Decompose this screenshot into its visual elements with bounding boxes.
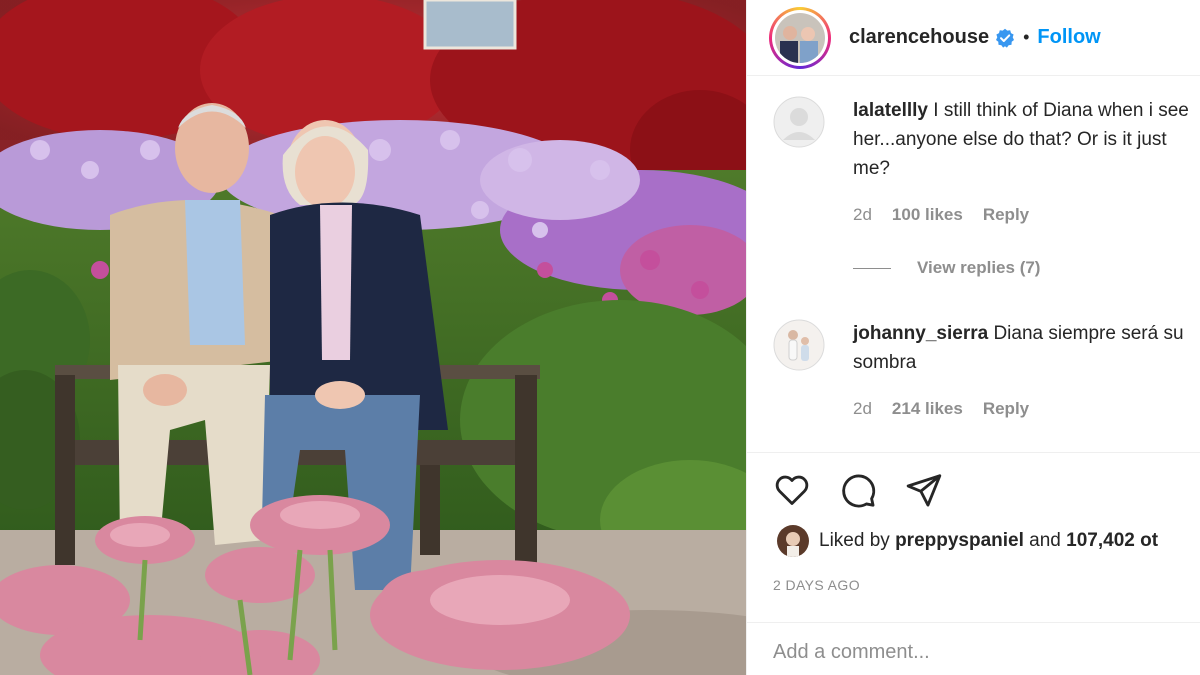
profile-avatar-image xyxy=(775,12,825,63)
action-bar xyxy=(773,471,943,509)
comment-username[interactable]: johanny_sierra xyxy=(853,323,988,344)
comment-age[interactable]: 2d xyxy=(853,399,872,419)
comment-meta: 2d 214 likes Reply xyxy=(853,399,1029,419)
separator-dot: • xyxy=(1023,27,1030,47)
comments-list[interactable]: lalatellly I still think of Diana when i… xyxy=(747,77,1200,452)
liked-by-prefix: Liked by xyxy=(819,530,890,551)
view-replies-button[interactable]: View replies (7) xyxy=(853,258,1040,278)
profile-avatar[interactable] xyxy=(769,6,831,69)
follow-button[interactable]: Follow xyxy=(1037,26,1100,49)
liked-by-avatar[interactable] xyxy=(777,525,809,557)
liked-by-others[interactable]: 107,402 ot xyxy=(1066,530,1158,552)
liked-by-user[interactable]: preppyspaniel xyxy=(895,530,1024,552)
post-photo[interactable] xyxy=(0,0,746,675)
add-comment-bar xyxy=(747,622,1200,675)
comment-likes[interactable]: 100 likes xyxy=(892,205,963,225)
post-timestamp[interactable]: 2 DAYS AGO xyxy=(773,577,860,593)
liked-by-and: and xyxy=(1029,530,1061,551)
comment-text-block: lalatellly I still think of Diana when i… xyxy=(853,96,1193,183)
heart-icon[interactable] xyxy=(773,471,811,509)
verified-badge-icon xyxy=(996,28,1015,48)
liked-by-line: Liked by preppyspaniel and 107,402 ot xyxy=(777,525,1158,557)
post-actions-section: Liked by preppyspaniel and 107,402 ot 2 … xyxy=(747,452,1200,622)
comment-age[interactable]: 2d xyxy=(853,205,872,225)
default-avatar-icon xyxy=(773,96,825,148)
post-photo-illustration xyxy=(0,0,746,675)
comment-likes[interactable]: 214 likes xyxy=(892,399,963,419)
post-header: clarencehouse • Follow xyxy=(747,0,1200,76)
reply-button[interactable]: Reply xyxy=(983,205,1029,225)
reply-button[interactable]: Reply xyxy=(983,399,1029,419)
view-replies-label: View replies (7) xyxy=(917,258,1041,277)
paper-plane-icon[interactable] xyxy=(905,471,943,509)
post-username[interactable]: clarencehouse xyxy=(849,26,989,49)
comment-username[interactable]: lalatellly xyxy=(853,100,928,121)
comment-avatar[interactable] xyxy=(773,96,825,148)
commenter-avatar-image xyxy=(773,319,825,371)
post-side-panel: clarencehouse • Follow lalatellly I stil… xyxy=(746,0,1200,675)
view-replies-line xyxy=(853,267,891,269)
comment-bubble-icon[interactable] xyxy=(839,471,877,509)
add-comment-input[interactable] xyxy=(773,637,1173,667)
comment-meta: 2d 100 likes Reply xyxy=(853,205,1029,225)
comment-text-block: johanny_sierra Diana siempre será su som… xyxy=(853,319,1193,377)
comment-avatar[interactable] xyxy=(773,319,825,371)
